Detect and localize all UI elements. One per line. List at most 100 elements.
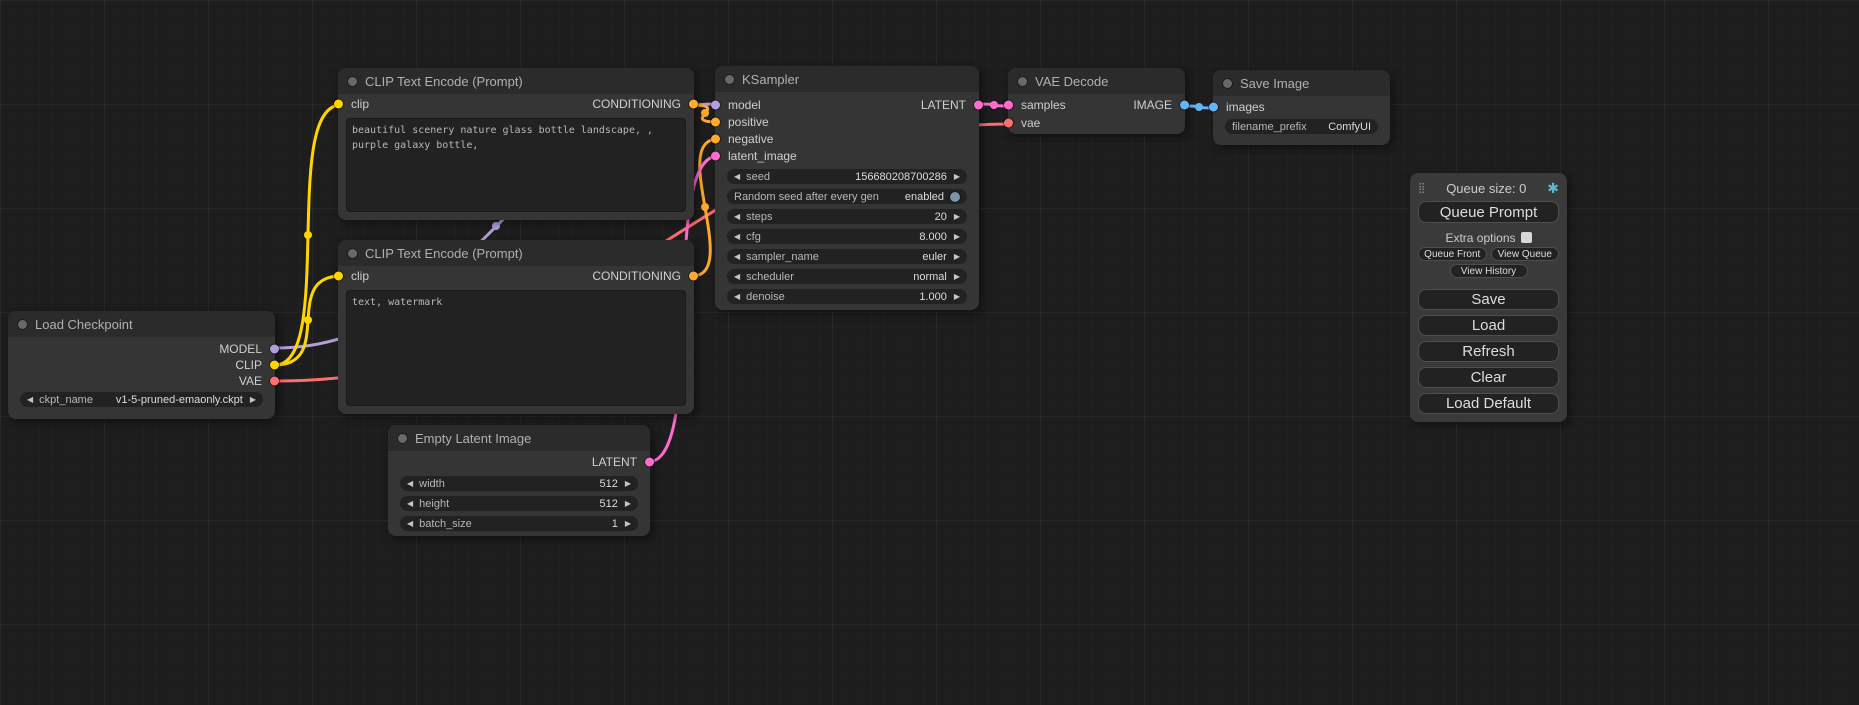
input-slot-vae[interactable]: [1004, 119, 1013, 128]
input-slot-model[interactable]: [711, 100, 720, 109]
input-slot-latent-image[interactable]: [711, 151, 720, 160]
view-history-button[interactable]: View History: [1450, 264, 1528, 278]
decrement-arrow-icon[interactable]: ◀: [734, 293, 740, 301]
increment-arrow-icon[interactable]: ▶: [954, 253, 960, 261]
node-title-bar[interactable]: Empty Latent Image: [388, 425, 650, 451]
increment-arrow-icon[interactable]: ▶: [954, 293, 960, 301]
decrement-arrow-icon[interactable]: ◀: [27, 396, 33, 404]
collapse-dot-icon[interactable]: [1223, 79, 1232, 88]
input-slot-samples[interactable]: [1004, 101, 1013, 110]
drag-handle-icon[interactable]: ⣿: [1418, 183, 1425, 194]
load-default-button[interactable]: Load Default: [1418, 393, 1559, 414]
widget-seed[interactable]: ◀ seed 156680208700286 ▶: [727, 169, 967, 184]
node-clip-text-encode-positive[interactable]: CLIP Text Encode (Prompt) clip CONDITION…: [338, 68, 694, 220]
widget-cfg[interactable]: ◀ cfg 8.000 ▶: [727, 229, 967, 244]
extra-options-label: Extra options: [1445, 231, 1515, 245]
increment-arrow-icon[interactable]: ▶: [625, 520, 631, 528]
widget-random-seed-toggle[interactable]: Random seed after every gen enabled: [727, 189, 967, 204]
save-button[interactable]: Save: [1418, 289, 1559, 310]
queue-prompt-button[interactable]: Queue Prompt: [1418, 201, 1559, 223]
collapse-dot-icon[interactable]: [1018, 77, 1027, 86]
increment-arrow-icon[interactable]: ▶: [625, 500, 631, 508]
output-label-conditioning: CONDITIONING: [592, 269, 681, 283]
input-slot-clip[interactable]: [334, 100, 343, 109]
node-title-bar[interactable]: Save Image: [1213, 70, 1390, 96]
node-title-bar[interactable]: KSampler: [715, 66, 979, 92]
queue-menu-panel[interactable]: ⣿ Queue size: 0 ✱ Queue Prompt Extra opt…: [1410, 173, 1567, 422]
widget-label: Random seed after every gen: [734, 191, 879, 203]
node-title-bar[interactable]: VAE Decode: [1008, 68, 1185, 94]
widget-steps[interactable]: ◀ steps 20 ▶: [727, 209, 967, 224]
output-slot-latent[interactable]: [974, 100, 983, 109]
node-save-image[interactable]: Save Image images filename_prefix ComfyU…: [1213, 70, 1390, 145]
input-label-model: model: [728, 98, 761, 112]
output-slot-clip[interactable]: [270, 361, 279, 370]
queue-front-button[interactable]: Queue Front: [1418, 247, 1487, 261]
collapse-dot-icon[interactable]: [725, 75, 734, 84]
node-load-checkpoint[interactable]: Load Checkpoint MODEL CLIP VAE ◀ ckpt_na…: [8, 311, 275, 419]
collapse-dot-icon[interactable]: [348, 249, 357, 258]
output-slot-model[interactable]: [270, 345, 279, 354]
widget-value: 156680208700286: [855, 171, 947, 183]
decrement-arrow-icon[interactable]: ◀: [407, 500, 413, 508]
toggle-knob-icon[interactable]: [950, 192, 960, 202]
decrement-arrow-icon[interactable]: ◀: [734, 253, 740, 261]
widget-label: sampler_name: [746, 251, 819, 263]
input-slot-negative[interactable]: [711, 134, 720, 143]
widget-width[interactable]: ◀ width 512 ▶: [400, 476, 638, 491]
widget-filename-prefix[interactable]: filename_prefix ComfyUI: [1225, 119, 1378, 134]
node-vae-decode[interactable]: VAE Decode samples IMAGE vae: [1008, 68, 1185, 134]
node-title-bar[interactable]: Load Checkpoint: [8, 311, 275, 337]
widget-label: denoise: [746, 291, 785, 303]
output-slot-image[interactable]: [1180, 101, 1189, 110]
widget-sampler-name[interactable]: ◀ sampler_name euler ▶: [727, 249, 967, 264]
collapse-dot-icon[interactable]: [348, 77, 357, 86]
prompt-textarea[interactable]: beautiful scenery nature glass bottle la…: [346, 118, 686, 212]
node-title: Save Image: [1240, 76, 1309, 91]
prompt-textarea[interactable]: text, watermark: [346, 290, 686, 406]
decrement-arrow-icon[interactable]: ◀: [734, 213, 740, 221]
clear-button[interactable]: Clear: [1418, 367, 1559, 388]
decrement-arrow-icon[interactable]: ◀: [734, 173, 740, 181]
decrement-arrow-icon[interactable]: ◀: [734, 233, 740, 241]
settings-gear-icon[interactable]: ✱: [1547, 180, 1559, 197]
widget-batch-size[interactable]: ◀ batch_size 1 ▶: [400, 516, 638, 531]
node-clip-text-encode-negative[interactable]: CLIP Text Encode (Prompt) clip CONDITION…: [338, 240, 694, 414]
output-slot-vae[interactable]: [270, 377, 279, 386]
load-button[interactable]: Load: [1418, 315, 1559, 336]
widget-height[interactable]: ◀ height 512 ▶: [400, 496, 638, 511]
input-slot-positive[interactable]: [711, 117, 720, 126]
increment-arrow-icon[interactable]: ▶: [954, 273, 960, 281]
collapse-dot-icon[interactable]: [398, 434, 407, 443]
increment-arrow-icon[interactable]: ▶: [954, 213, 960, 221]
image-link-midpoint-dot: [1195, 103, 1203, 111]
view-queue-button[interactable]: View Queue: [1491, 247, 1560, 261]
increment-arrow-icon[interactable]: ▶: [954, 233, 960, 241]
widget-ckpt-name[interactable]: ◀ ckpt_name v1-5-pruned-emaonly.ckpt ▶: [20, 392, 263, 407]
node-empty-latent-image[interactable]: Empty Latent Image LATENT ◀ width 512 ▶ …: [388, 425, 650, 536]
input-slot-images[interactable]: [1209, 103, 1218, 112]
node-title-bar[interactable]: CLIP Text Encode (Prompt): [338, 240, 694, 266]
input-label-vae: vae: [1021, 116, 1040, 130]
decrement-arrow-icon[interactable]: ◀: [407, 480, 413, 488]
clip-positive-link-midpoint-dot: [304, 231, 312, 239]
widget-denoise[interactable]: ◀ denoise 1.000 ▶: [727, 289, 967, 304]
node-ksampler[interactable]: KSampler model LATENT positive negative …: [715, 66, 979, 310]
input-slot-clip[interactable]: [334, 272, 343, 281]
collapse-dot-icon[interactable]: [18, 320, 27, 329]
decrement-arrow-icon[interactable]: ◀: [734, 273, 740, 281]
output-slot-latent[interactable]: [645, 458, 654, 467]
refresh-button[interactable]: Refresh: [1418, 341, 1559, 362]
output-slot-conditioning[interactable]: [689, 100, 698, 109]
output-label-latent: LATENT: [592, 455, 637, 469]
increment-arrow-icon[interactable]: ▶: [250, 396, 256, 404]
widget-scheduler[interactable]: ◀ scheduler normal ▶: [727, 269, 967, 284]
decrement-arrow-icon[interactable]: ◀: [407, 520, 413, 528]
increment-arrow-icon[interactable]: ▶: [625, 480, 631, 488]
graph-canvas[interactable]: Load Checkpoint MODEL CLIP VAE ◀ ckpt_na…: [0, 0, 1859, 705]
extra-options-checkbox[interactable]: [1521, 232, 1532, 243]
output-label-model: MODEL: [219, 342, 262, 356]
increment-arrow-icon[interactable]: ▶: [954, 173, 960, 181]
output-slot-conditioning[interactable]: [689, 272, 698, 281]
node-title-bar[interactable]: CLIP Text Encode (Prompt): [338, 68, 694, 94]
